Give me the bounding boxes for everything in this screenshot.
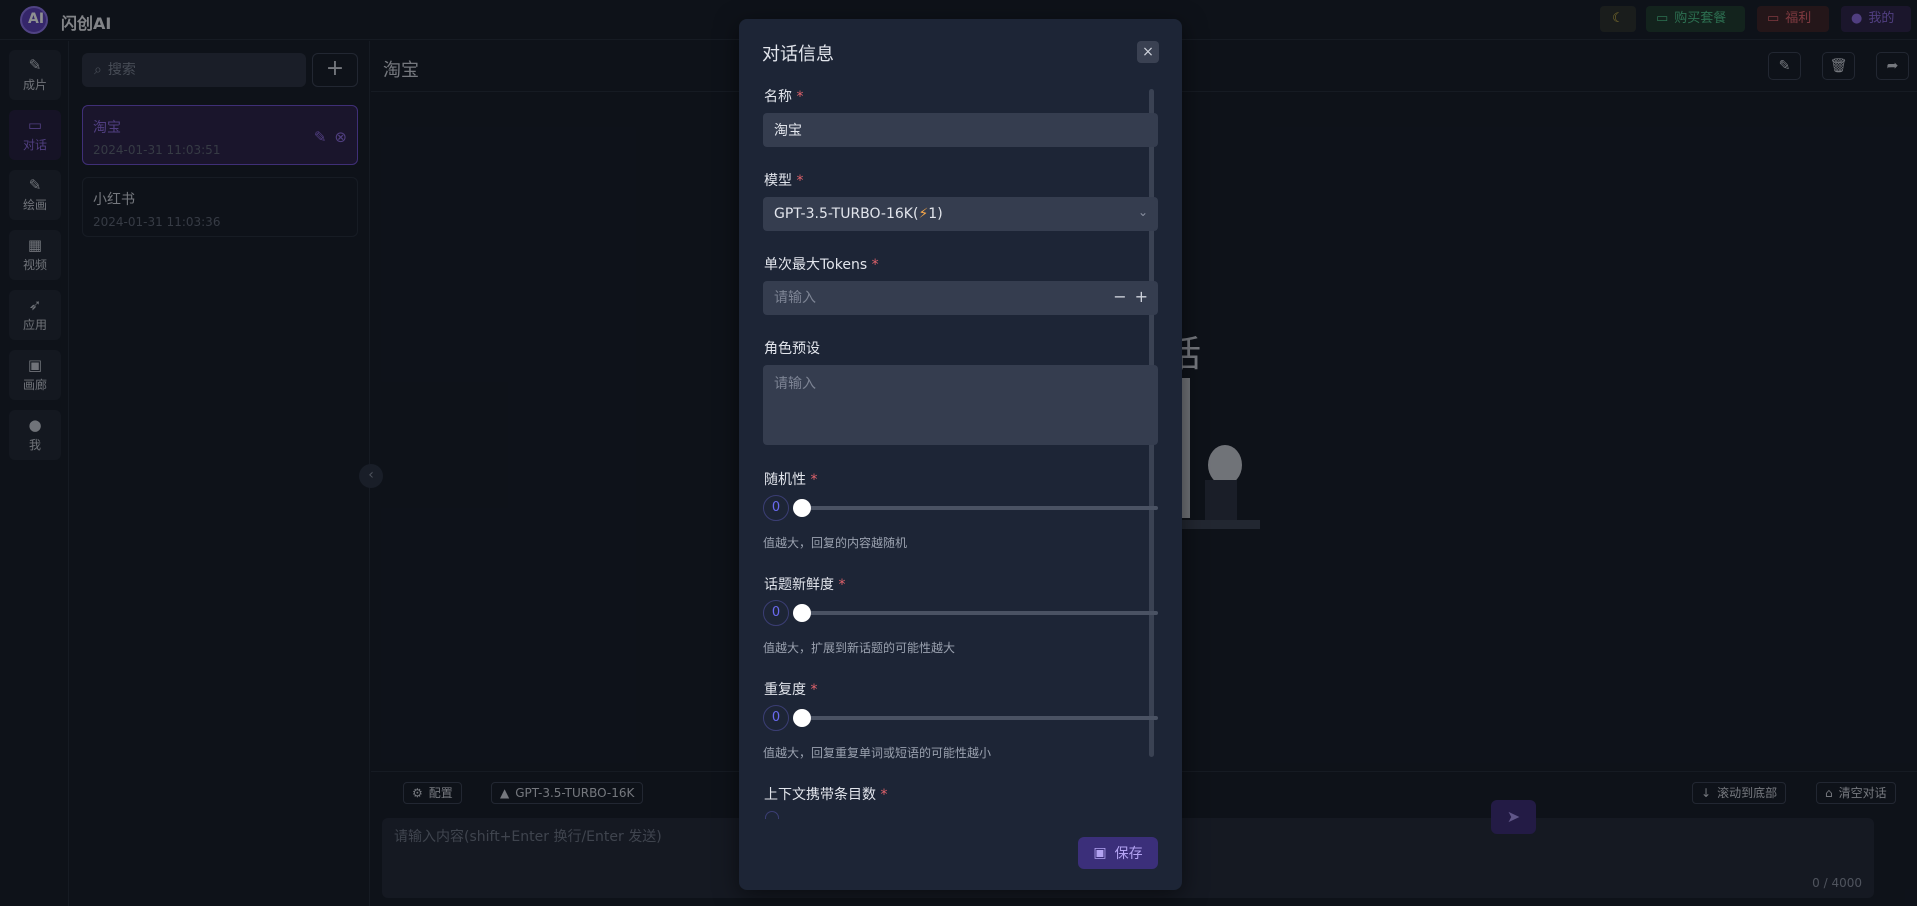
role-input[interactable] xyxy=(774,373,1147,437)
temperature-value: 0 xyxy=(763,495,789,521)
presence-value: 0 xyxy=(763,600,789,626)
close-dialog-button[interactable]: × xyxy=(1137,41,1159,63)
frequency-slider[interactable]: 0 xyxy=(763,705,1158,731)
tokens-input[interactable] xyxy=(774,290,1147,306)
model-select[interactable]: GPT-3.5-TURBO-16K(⚡ 1) ⌄ xyxy=(763,197,1158,231)
name-field[interactable] xyxy=(763,113,1158,147)
required-mark: * xyxy=(810,682,818,698)
frequency-hint: 值越大，回复重复单词或短语的可能性越小 xyxy=(763,746,992,760)
plus-icon[interactable]: + xyxy=(1135,287,1148,306)
role-field[interactable] xyxy=(763,365,1158,445)
tokens-label: 单次最大Tokens * xyxy=(764,254,879,274)
model-select-cost: 1) xyxy=(928,206,943,222)
role-label: 角色预设 xyxy=(764,341,820,357)
presence-label: 话题新鲜度 * xyxy=(764,574,845,594)
required-mark: * xyxy=(880,787,888,803)
model-label-text: 模型 xyxy=(764,173,792,189)
name-label: 名称 * xyxy=(764,86,803,106)
frequency-label: 重复度 * xyxy=(764,679,817,699)
required-mark: * xyxy=(810,472,818,488)
chevron-down-icon: ⌄ xyxy=(1137,205,1148,219)
slider-track[interactable] xyxy=(793,611,1158,615)
save-label: 保存 xyxy=(1114,846,1143,862)
context-slider-value[interactable] xyxy=(765,811,779,819)
dialog-title: 对话信息 xyxy=(762,44,834,65)
close-icon: × xyxy=(1142,44,1154,60)
name-label-text: 名称 xyxy=(764,89,792,105)
slider-track[interactable] xyxy=(793,716,1158,720)
presence-slider[interactable]: 0 xyxy=(763,600,1158,626)
bolt-icon: ⚡ xyxy=(918,206,929,222)
frequency-value: 0 xyxy=(763,705,789,731)
temperature-label: 随机性 * xyxy=(764,469,817,489)
temperature-slider[interactable]: 0 xyxy=(763,495,1158,521)
context-label-text: 上下文携带条目数 xyxy=(764,787,876,803)
temperature-label-text: 随机性 xyxy=(764,472,806,488)
required-mark: * xyxy=(796,173,804,189)
required-mark: * xyxy=(838,577,846,593)
save-icon: ▣ xyxy=(1093,845,1107,861)
conversation-info-dialog: 对话信息 × 名称 * 模型 * GPT-3.5-TURBO-16K(⚡ 1) … xyxy=(739,19,1182,890)
presence-hint: 值越大，扩展到新话题的可能性越大 xyxy=(763,641,956,655)
name-input[interactable] xyxy=(774,122,1147,138)
minus-icon[interactable]: − xyxy=(1113,287,1126,306)
temperature-hint: 值越大，回复的内容越随机 xyxy=(763,536,908,550)
tokens-label-text: 单次最大Tokens xyxy=(764,257,868,273)
presence-label-text: 话题新鲜度 xyxy=(764,577,834,593)
slider-track[interactable] xyxy=(793,506,1158,510)
model-select-value: GPT-3.5-TURBO-16K( xyxy=(774,206,919,222)
slider-thumb[interactable] xyxy=(793,604,811,622)
slider-thumb[interactable] xyxy=(793,499,811,517)
context-label: 上下文携带条目数 * xyxy=(764,784,887,804)
slider-thumb[interactable] xyxy=(793,709,811,727)
frequency-label-text: 重复度 xyxy=(764,682,806,698)
required-mark: * xyxy=(871,257,879,273)
tokens-field[interactable]: −+ xyxy=(763,281,1158,315)
required-mark: * xyxy=(796,89,804,105)
save-button[interactable]: ▣ 保存 xyxy=(1078,837,1158,869)
model-label: 模型 * xyxy=(764,170,803,190)
